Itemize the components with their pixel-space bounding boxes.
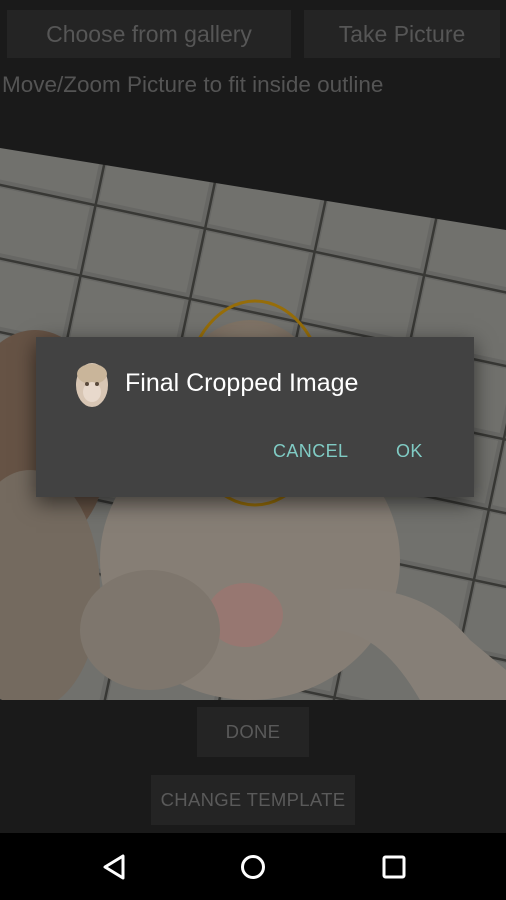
home-icon[interactable] (235, 849, 271, 885)
cropped-face-icon (76, 363, 108, 407)
back-icon[interactable] (97, 849, 133, 885)
app-screen: Choose from gallery Take Picture Move/Zo… (0, 0, 506, 833)
cancel-button[interactable]: CANCEL (273, 441, 348, 462)
dialog-title: Final Cropped Image (125, 369, 359, 397)
recents-icon[interactable] (376, 849, 412, 885)
final-cropped-image-dialog: Final Cropped Image CANCEL OK (36, 337, 474, 497)
ok-button[interactable]: OK (396, 441, 423, 462)
system-navigation-bar (0, 833, 506, 900)
